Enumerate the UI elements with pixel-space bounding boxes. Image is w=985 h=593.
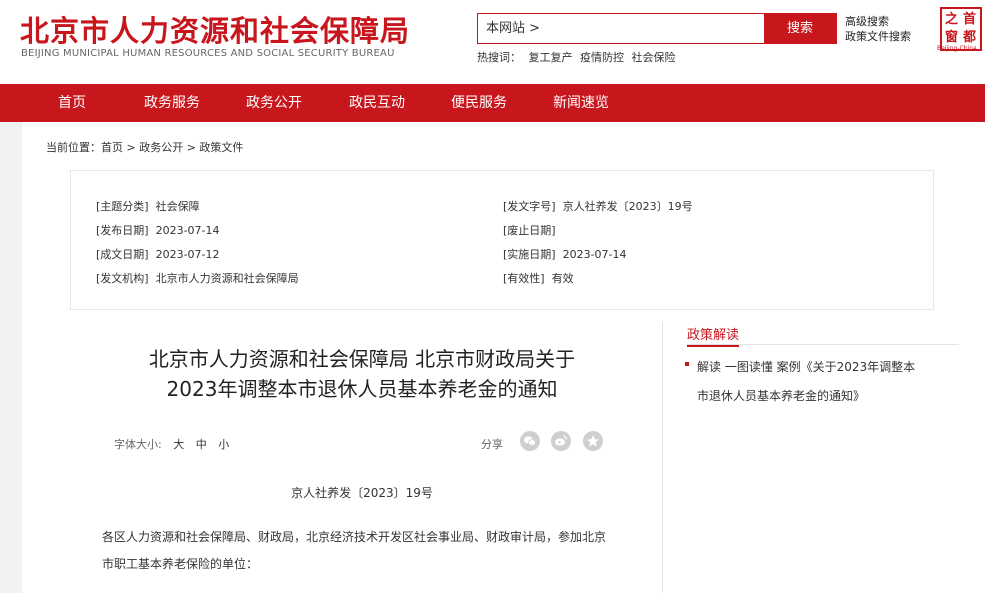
article-title-line: 2023年调整本市退休人员基本养老金的通知 [166, 377, 558, 401]
advanced-search-link[interactable]: 高级搜索 [845, 14, 911, 29]
document-number: 京人社养发〔2023〕19号 [291, 486, 433, 500]
meta-value: 有效 [551, 272, 574, 285]
meta-label: [实施日期] [503, 248, 556, 261]
wechat-icon[interactable] [520, 431, 540, 451]
meta-row: [发布日期] 2023-07-14 [96, 222, 220, 238]
meta-label: [发布日期] [96, 224, 149, 237]
hot-word-link[interactable]: 复工复产 [529, 51, 573, 64]
list-bullet-icon [685, 362, 689, 366]
hot-search-label: 热搜词： [477, 51, 521, 64]
font-size-medium-button[interactable]: 中 [196, 438, 207, 451]
document-metadata-box: [主题分类] 社会保障 [发布日期] 2023-07-14 [成文日期] 202… [70, 170, 934, 310]
hot-word-link[interactable]: 疫情防控 [580, 51, 624, 64]
share-label: 分享 [481, 438, 503, 451]
meta-label: [成文日期] [96, 248, 149, 261]
meta-row: [发文字号] 京人社养发〔2023〕19号 [503, 198, 693, 214]
meta-row: [有效性] 有效 [503, 270, 574, 286]
nav-item-gov-services[interactable]: 政务服务 [144, 84, 200, 122]
stamp-char: 窗 [945, 30, 959, 45]
meta-value: 2023-07-12 [155, 248, 220, 261]
meta-label: [主题分类] [96, 200, 149, 213]
font-size-label: 字体大小: [114, 438, 162, 451]
font-size-small-button[interactable]: 小 [218, 438, 229, 451]
policy-interpretation-link[interactable]: 解读 一图读懂 案例《关于2023年调整本市退休人员基本养老金的通知》 [697, 353, 927, 411]
meta-label: [有效性] [503, 272, 545, 285]
hot-word-link[interactable]: 社会保险 [632, 51, 676, 64]
stamp-char: 首 [963, 12, 977, 27]
meta-value: 京人社养发〔2023〕19号 [562, 200, 693, 213]
nav-item-interaction[interactable]: 政民互动 [349, 84, 405, 122]
font-size-control: 字体大小: 大 中 小 [114, 436, 229, 452]
sidebar-heading-rule [687, 344, 959, 345]
meta-row: [成文日期] 2023-07-12 [96, 246, 220, 262]
article-title: 北京市人力资源和社会保障局 北京市财政局关于 2023年调整本市退休人员基本养老… [102, 344, 622, 404]
meta-row: [发文机构] 北京市人力资源和社会保障局 [96, 270, 299, 286]
search-button[interactable]: 搜索 [764, 14, 836, 43]
article-body-paragraph: 各区人力资源和社会保障局、财政局，北京经济技术开发区社会事业局、财政审计局，参加… [102, 530, 607, 571]
search-bar[interactable]: 本网站 > 搜索 [477, 13, 837, 44]
site-logo-subtitle: BEIJING MUNICIPAL HUMAN RESOURCES AND SO… [21, 48, 395, 59]
meta-value: 社会保障 [155, 200, 200, 213]
meta-value: 2023-07-14 [562, 248, 627, 261]
favorite-icon[interactable] [583, 431, 603, 451]
search-scope-select[interactable]: 本网站 > [486, 14, 540, 43]
nav-item-public-services[interactable]: 便民服务 [451, 84, 507, 122]
weibo-icon[interactable] [551, 431, 571, 451]
nav-item-news[interactable]: 新闻速览 [553, 84, 609, 122]
article-title-line: 北京市人力资源和社会保障局 北京市财政局关于 [148, 347, 576, 371]
meta-label: [发文字号] [503, 200, 556, 213]
meta-row: [实施日期] 2023-07-14 [503, 246, 627, 262]
font-size-large-button[interactable]: 大 [173, 438, 184, 451]
nav-item-home[interactable]: 首页 [58, 84, 86, 122]
meta-row: [废止日期] [503, 222, 559, 238]
advanced-search-links: 高级搜索 政策文件搜索 [845, 14, 911, 44]
site-logo-title[interactable]: 北京市人力资源和社会保障局 [20, 8, 410, 50]
meta-label: [废止日期] [503, 224, 556, 237]
meta-value: 2023-07-14 [155, 224, 220, 237]
breadcrumb[interactable]: 当前位置：首页 > 政务公开 > 政策文件 [46, 139, 243, 155]
meta-value: 北京市人力资源和社会保障局 [155, 272, 299, 285]
policy-search-link[interactable]: 政策文件搜索 [845, 29, 911, 44]
main-nav: 首页 政务服务 政务公开 政民互动 便民服务 新闻速览 [0, 84, 985, 122]
stamp-char: 都 [963, 30, 977, 45]
stamp-caption: Beijing-China [937, 45, 977, 52]
column-divider [662, 322, 663, 593]
hot-search-words: 热搜词： 复工复产 疫情防控 社会保险 [477, 49, 680, 65]
meta-row: [主题分类] 社会保障 [96, 198, 200, 214]
meta-label: [发文机构] [96, 272, 149, 285]
content-area: 当前位置：首页 > 政务公开 > 政策文件 [主题分类] 社会保障 [发布日期]… [22, 122, 985, 593]
stamp-char: 之 [945, 12, 959, 27]
nav-item-gov-affairs[interactable]: 政务公开 [246, 84, 302, 122]
site-header: 北京市人力资源和社会保障局 BEIJING MUNICIPAL HUMAN RE… [0, 0, 985, 84]
